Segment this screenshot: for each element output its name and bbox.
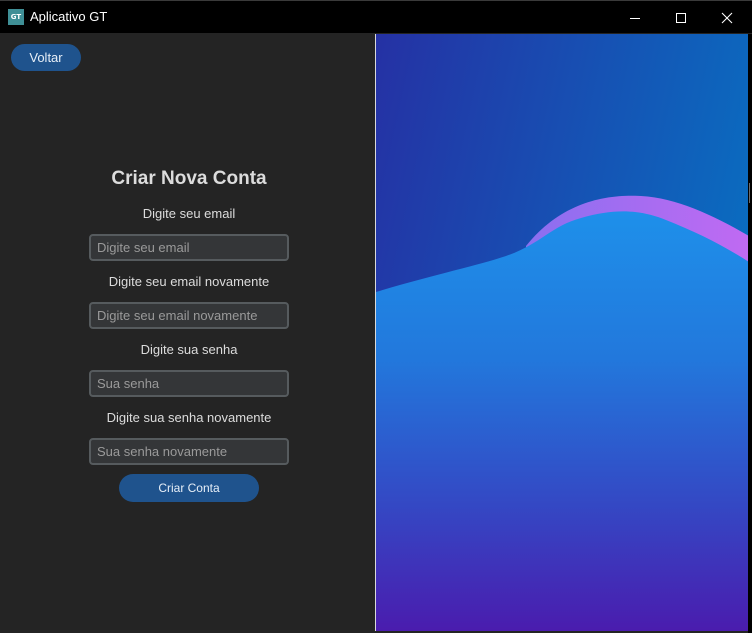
decorative-artwork <box>375 34 749 631</box>
title-bar[interactable]: GT Aplicativo GT <box>0 0 752 33</box>
minimize-icon <box>630 17 640 19</box>
window-title: Aplicativo GT <box>30 9 108 24</box>
page-title: Criar Nova Conta <box>111 168 267 189</box>
email-confirm-label: Digite seu email novamente <box>108 274 270 289</box>
create-account-button[interactable]: Criar Conta <box>119 474 259 502</box>
password-confirm-field[interactable] <box>89 438 289 465</box>
minimize-button[interactable] <box>612 1 658 34</box>
scroll-marker <box>749 183 750 203</box>
close-icon <box>721 12 733 23</box>
email-confirm-field[interactable] <box>89 302 289 329</box>
app-icon: GT <box>8 9 24 25</box>
app-window: GT Aplicativo GT Voltar Criar Nova Conta… <box>0 0 752 633</box>
password-confirm-label: Digite sua senha novamente <box>106 410 272 425</box>
email-field[interactable] <box>89 234 289 261</box>
wave-illustration <box>376 34 749 631</box>
maximize-icon <box>676 12 686 23</box>
maximize-button[interactable] <box>658 1 704 34</box>
form-pane: Voltar Criar Nova Conta Digite seu email… <box>0 33 375 633</box>
back-button[interactable]: Voltar <box>11 44 81 71</box>
password-label: Digite sua senha <box>140 342 238 357</box>
close-button[interactable] <box>704 1 750 34</box>
password-field[interactable] <box>89 370 289 397</box>
window-edge <box>748 34 752 633</box>
email-label: Digite seu email <box>142 206 236 221</box>
